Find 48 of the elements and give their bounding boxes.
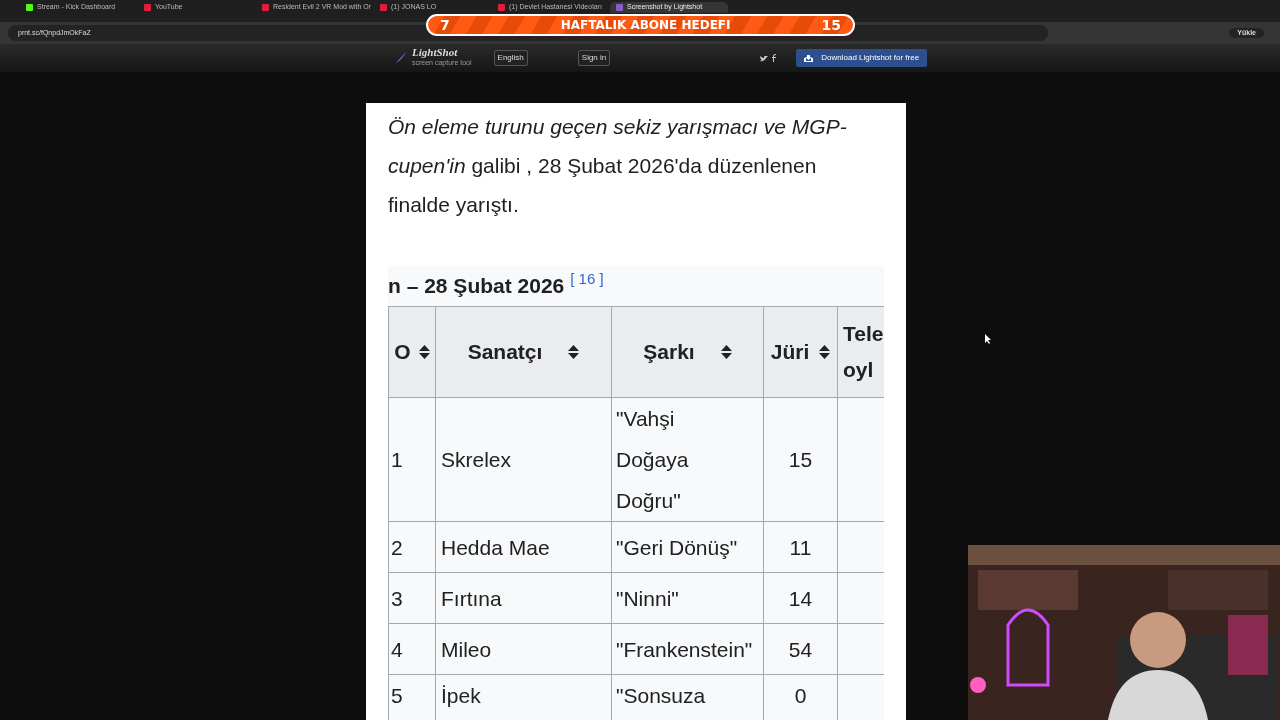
table-cell: 5 (391, 684, 403, 707)
tab-favicon (380, 4, 387, 11)
table-cell: "Frankenstein" (616, 637, 753, 661)
table-cell: İpek (441, 684, 481, 707)
tab-favicon (144, 4, 151, 11)
tab-favicon (26, 4, 33, 11)
goal-title: HAFTALIK ABONE HEDEFI (560, 17, 731, 34)
table-cell: 1 (391, 448, 403, 471)
download-icon (804, 54, 814, 62)
language-dropdown[interactable]: English (493, 50, 528, 66)
article-paragraph: Ön eleme turunu geçen sekiz yarışmacı ve MGP-cupen'in galibi , 28 Şubat 2026'da düzenlenen finalde yarıştı. (388, 114, 848, 218)
goal-count: 7 (440, 15, 450, 35)
goal-target: 15 (821, 15, 841, 35)
reference-link[interactable]: [ 16 ] (570, 267, 604, 291)
twitter-icon[interactable] (760, 54, 769, 62)
cursor-icon (985, 333, 992, 344)
table-cell: 2 (391, 535, 403, 559)
table-cell: "Vahşi Doğaya Doğru" (616, 407, 689, 512)
table-cell: 0 (794, 684, 807, 707)
table-cell: "Ninni" (616, 586, 679, 610)
table-cell: Hedda Mae (441, 535, 550, 559)
tab-favicon (262, 4, 269, 11)
sign-in-button[interactable]: Sign in (577, 50, 611, 66)
download-button[interactable]: Download Lightshot for free (796, 49, 928, 67)
table-cell: 54 (788, 637, 813, 661)
sort-icon[interactable] (720, 344, 732, 360)
tab-favicon (498, 4, 505, 11)
sort-icon[interactable] (418, 344, 430, 360)
sort-icon[interactable] (568, 344, 580, 360)
column-header[interactable]: Şarkı (643, 336, 695, 368)
column-header[interactable]: Sanatçı (467, 336, 543, 368)
table-cell: 15 (788, 448, 813, 471)
sort-icon[interactable] (819, 344, 831, 360)
table-cell: Fırtına (441, 586, 502, 610)
table-cell: 14 (788, 586, 813, 610)
column-header[interactable]: Jüri (770, 336, 810, 368)
table-cell: "Geri Dönüş" (616, 535, 738, 559)
table-cell: Mileo (441, 637, 492, 661)
tab-favicon (616, 4, 623, 11)
table-cell: 3 (391, 586, 403, 610)
table-cell: Skrelex (441, 448, 512, 471)
column-header[interactable]: O (394, 336, 411, 368)
table-caption: n – 28 Şubat 2026 (388, 273, 565, 300)
table-cell: 11 (789, 535, 812, 559)
logo: LightShot (412, 47, 459, 59)
table-cell: 4 (391, 637, 403, 661)
table-cell: "Sonsuza (616, 684, 706, 707)
facebook-icon[interactable] (772, 54, 777, 62)
